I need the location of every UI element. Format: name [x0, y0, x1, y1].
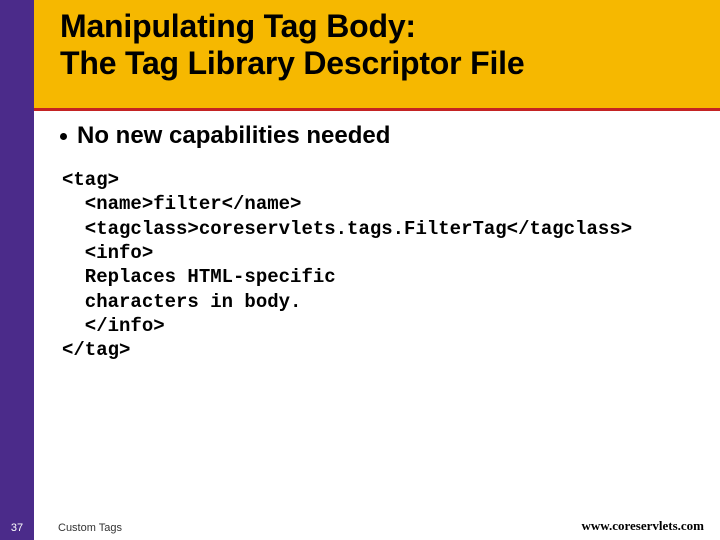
code-line: <info>: [62, 242, 153, 264]
page-number-box: 37: [0, 518, 34, 536]
page-number: 37: [11, 522, 23, 534]
bullet-item: No new capabilities needed: [60, 122, 702, 150]
slide-title: Manipulating Tag Body: The Tag Library D…: [60, 8, 704, 82]
code-line: <tag>: [62, 169, 119, 191]
title-line-2: The Tag Library Descriptor File: [60, 45, 524, 81]
footer: 37 Custom Tags www.coreservlets.com: [0, 512, 720, 540]
code-line: characters in body.: [62, 291, 301, 313]
title-underline: [34, 108, 720, 111]
bullet-text: No new capabilities needed: [77, 122, 390, 150]
code-line: </tag>: [62, 339, 130, 361]
code-block: <tag> <name>filter</name> <tagclass>core…: [62, 168, 702, 363]
left-sidebar: [0, 0, 34, 540]
code-line: <tagclass>coreservlets.tags.FilterTag</t…: [62, 218, 632, 240]
title-band: Manipulating Tag Body: The Tag Library D…: [34, 0, 720, 108]
code-line: Replaces HTML-specific: [62, 266, 336, 288]
slide-body: No new capabilities needed <tag> <name>f…: [34, 122, 720, 363]
bullet-dot-icon: [60, 133, 67, 140]
footer-right-label: www.coreservlets.com: [582, 518, 705, 534]
code-line: </info>: [62, 315, 165, 337]
title-line-1: Manipulating Tag Body:: [60, 8, 416, 44]
footer-left-label: Custom Tags: [58, 522, 122, 534]
code-line: <name>filter</name>: [62, 193, 301, 215]
